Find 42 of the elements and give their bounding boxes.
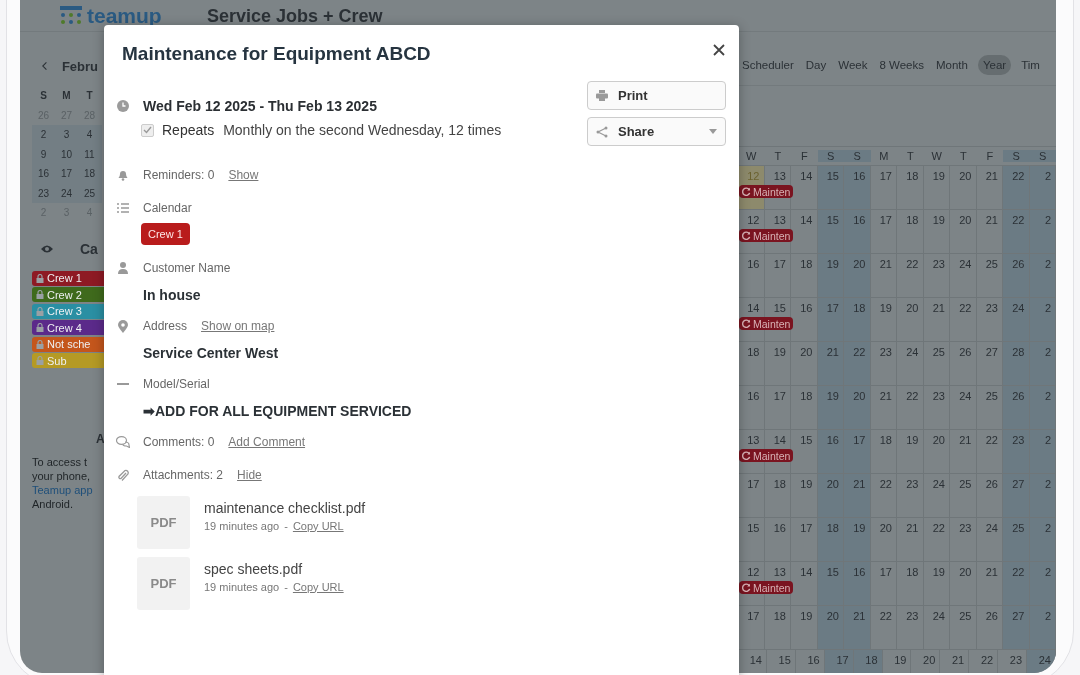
upload-time: 19 minutes ago [204, 580, 280, 593]
weekday-label: M [878, 150, 890, 162]
field-label: Reminders: 0 [143, 168, 215, 182]
field-value: ➡ADD FOR ALL EQUIPMENT SERVICED [143, 403, 413, 419]
separator-text: - [284, 519, 288, 532]
weekday-label: S [1003, 150, 1030, 162]
weekday-label: T [85, 90, 94, 102]
weekday-label: S [39, 90, 48, 102]
weekday-label: M [61, 90, 72, 102]
calendar-chip: Crew 1 [141, 223, 190, 245]
event-date: Wed Feb 12 2025 - Thu Feb 13 2025 [143, 98, 377, 114]
month-label: Febru [61, 58, 98, 74]
note-text: your phone, [32, 468, 91, 483]
field-label: Comments: 0 [143, 435, 215, 449]
dialog-title: Maintenance for Equipment ABCD [122, 43, 431, 65]
field-label: Attachments: 2 [143, 468, 224, 482]
field-value: In house [143, 287, 202, 303]
weekday-label: T [905, 150, 915, 162]
field-label: Calendar [143, 201, 192, 215]
calendar-title: Service Jobs + Crew [207, 5, 383, 27]
section-heading: A [96, 431, 105, 447]
field-value: Service Center West [143, 345, 280, 361]
weekday-label: W [745, 150, 758, 162]
weekday-label: F [985, 150, 995, 162]
weekday-label: W [930, 150, 943, 162]
repeats-label: Repeats [162, 122, 215, 138]
separator-text: - [284, 580, 288, 593]
logo-text: teamup [87, 4, 163, 28]
weekday-label: S [844, 150, 871, 162]
note-text: Android. [32, 496, 73, 511]
repeat-rule: Monthly on the second Wednesday, 12 times [223, 122, 502, 138]
field-label: Model/Serial [143, 377, 210, 391]
field-label: Address [143, 319, 188, 333]
weekday-label: T [773, 150, 783, 162]
weekday-label: F [799, 150, 809, 162]
field-label: Customer Name [143, 261, 231, 275]
section-heading: Ca [80, 240, 98, 257]
weekday-label: T [958, 150, 968, 162]
weekday-label: S [817, 150, 844, 162]
note-text: To access t [32, 454, 88, 469]
weekday-label: S [1029, 150, 1056, 162]
upload-time: 19 minutes ago [204, 519, 280, 532]
